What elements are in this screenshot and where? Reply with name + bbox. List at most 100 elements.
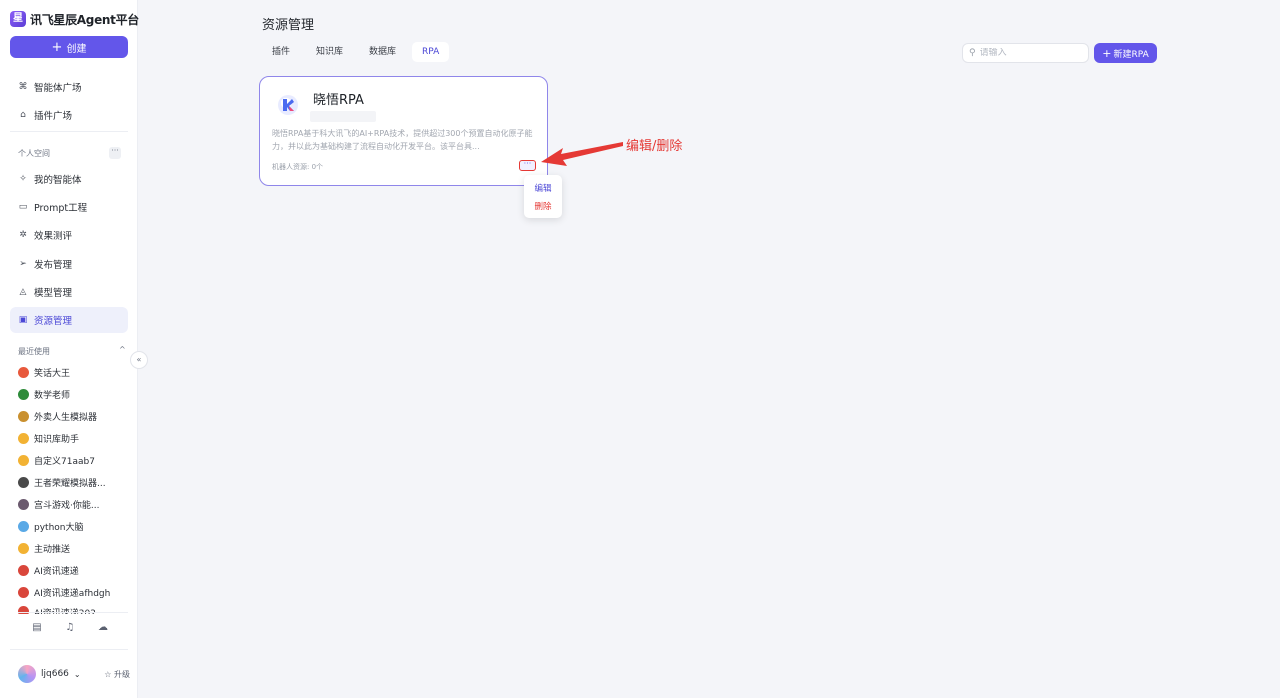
rpa-logo-icon xyxy=(278,95,298,115)
brand[interactable]: 星 讯飞星辰Agent平台 xyxy=(10,9,139,29)
document-icon[interactable]: ▤ xyxy=(30,622,44,633)
recent-item[interactable]: 外卖人生模拟器 xyxy=(18,408,128,424)
card-tagline xyxy=(310,111,376,122)
new-rpa-label: 新建RPA xyxy=(1113,49,1149,60)
tab-rpa[interactable]: RPA xyxy=(412,42,450,62)
tab-knowledge[interactable]: 知识库 xyxy=(306,42,353,62)
sidebar-item-label: 模型管理 xyxy=(34,288,73,299)
create-button-label: 创建 xyxy=(66,43,87,55)
bell-icon[interactable]: ♫ xyxy=(63,622,77,633)
plugin-icon: ⌂ xyxy=(20,110,26,120)
avatar xyxy=(18,388,29,400)
chevron-up-icon[interactable]: ^ xyxy=(119,345,126,354)
sidebar-item-plugin-square[interactable]: ⌂ 插件广场 xyxy=(10,102,128,128)
recent-item[interactable]: 自定义71aab7 xyxy=(18,452,128,468)
avatar xyxy=(18,432,29,444)
card-description: 晓悟RPA基于科大讯飞的AI+RPA技术，提供超过300个预置自动化原子能力，并… xyxy=(272,129,533,151)
sidebar-item-my-agents[interactable]: ✧ 我的智能体 xyxy=(10,166,128,192)
avatar xyxy=(18,564,29,576)
card-menu: 编辑 删除 xyxy=(524,175,562,218)
annotation-label: 编辑/删除 xyxy=(626,139,683,154)
sidebar: 星 讯飞星辰Agent平台 + 创建 ⌘ 智能体广场 ⌂ 插件广场 个人空间 ·… xyxy=(0,0,139,698)
resource-icon: ▣ xyxy=(18,315,28,325)
menu-delete[interactable]: 删除 xyxy=(524,198,562,216)
avatar xyxy=(18,366,29,378)
user-profile[interactable]: ljq666 ⌄ ☆ 升级 xyxy=(18,664,130,684)
recent-item-label: 宫斗游戏·你能... xyxy=(34,500,100,511)
sidebar-item-label: 我的智能体 xyxy=(34,175,82,186)
sidebar-item-label: 资源管理 xyxy=(34,316,73,327)
recent-item[interactable]: 笑话大王 xyxy=(18,364,128,380)
create-button[interactable]: + 创建 xyxy=(10,36,128,58)
search-box: ⚲ xyxy=(962,43,1089,63)
recent-item-label: 王者荣耀模拟器... xyxy=(34,478,106,489)
menu-edit[interactable]: 编辑 xyxy=(524,180,562,198)
plus-icon: + xyxy=(1102,46,1112,60)
recent-item-label: 自定义71aab7 xyxy=(34,456,95,467)
search-input[interactable] xyxy=(979,48,1080,58)
recent-item-label: AI资讯速递afhdgh xyxy=(34,588,111,599)
resource-tabs: 插件 知识库 数据库 RPA xyxy=(262,42,450,62)
prompt-icon: ▭ xyxy=(18,202,28,212)
collapse-sidebar-button[interactable]: « xyxy=(130,351,148,369)
chevron-down-icon: ⌄ xyxy=(73,669,81,679)
card-footer: 机器人资源: 0个 xyxy=(272,163,324,171)
recent-item-label: AI资讯速递 xyxy=(34,566,79,577)
sidebar-item-model[interactable]: ◬ 模型管理 xyxy=(10,279,128,305)
avatar xyxy=(18,454,29,466)
star-icon: ☆ xyxy=(104,669,112,679)
avatar xyxy=(18,476,29,488)
recent-item-label: 外卖人生模拟器 xyxy=(34,412,98,423)
recent-item[interactable]: AI资讯速递 xyxy=(18,562,128,578)
recent-item-label: 笑话大王 xyxy=(34,368,71,379)
recent-section-label: 最近使用 xyxy=(18,347,50,356)
model-icon: ◬ xyxy=(19,287,27,297)
upgrade-label: 升级 xyxy=(114,669,130,679)
recent-item[interactable]: 宫斗游戏·你能... xyxy=(18,496,128,512)
sidebar-item-label: 发布管理 xyxy=(34,260,73,271)
sidebar-item-publish[interactable]: ➢ 发布管理 xyxy=(10,251,128,277)
bottom-toolbar: ▤ ♫ ☁ xyxy=(30,622,110,633)
sidebar-divider xyxy=(10,131,128,132)
recent-item[interactable]: python大脑 xyxy=(18,518,128,534)
tab-plugin[interactable]: 插件 xyxy=(262,42,300,62)
card-title: 晓悟RPA xyxy=(313,93,364,108)
avatar xyxy=(18,542,29,554)
wechat-icon[interactable]: ☁ xyxy=(96,622,110,633)
sidebar-item-resource[interactable]: ▣ 资源管理 xyxy=(10,307,128,333)
brand-name: 讯飞星辰Agent平台 xyxy=(30,12,139,27)
search-icon: ⚲ xyxy=(969,48,976,58)
upgrade-button[interactable]: ☆ 升级 xyxy=(104,669,130,680)
tab-database[interactable]: 数据库 xyxy=(359,42,406,62)
avatar xyxy=(18,586,29,598)
brand-logo-icon: 星 xyxy=(10,11,26,27)
sidebar-item-evaluate[interactable]: ✲ 效果测评 xyxy=(10,222,128,248)
recent-item[interactable]: 数学老师 xyxy=(18,386,128,402)
recent-item-label: 数学老师 xyxy=(34,390,71,401)
avatar xyxy=(18,520,29,532)
recent-item-label: python大脑 xyxy=(34,522,84,533)
annotation-arrow-icon xyxy=(541,142,623,166)
recent-item[interactable]: 主动推送 xyxy=(18,540,128,556)
recent-item[interactable]: 知识库助手 xyxy=(18,430,128,446)
avatar xyxy=(18,665,36,683)
more-icon[interactable]: ··· xyxy=(109,147,121,159)
sidebar-divider xyxy=(10,649,128,650)
avatar xyxy=(18,410,29,422)
card-more-button[interactable]: ··· xyxy=(519,160,536,171)
user-name: ljq666 xyxy=(41,669,69,679)
new-rpa-button[interactable]: + 新建RPA xyxy=(1094,43,1157,63)
sidebar-item-label: 效果测评 xyxy=(34,231,73,242)
page-title: 资源管理 xyxy=(262,18,315,33)
sidebar-item-label: Prompt工程 xyxy=(34,203,88,214)
sidebar-item-label: 智能体广场 xyxy=(34,83,82,94)
rpa-card[interactable]: 晓悟RPA 晓悟RPA基于科大讯飞的AI+RPA技术，提供超过300个预置自动化… xyxy=(259,76,548,186)
recent-item[interactable]: AI资讯速递afhdgh xyxy=(18,584,128,600)
personal-section-label: 个人空间 xyxy=(18,149,50,158)
sidebar-item-label: 插件广场 xyxy=(34,111,73,122)
avatar xyxy=(18,498,29,510)
sidebar-item-agent-square[interactable]: ⌘ 智能体广场 xyxy=(10,74,128,100)
sidebar-item-prompt[interactable]: ▭ Prompt工程 xyxy=(10,194,128,220)
evaluate-icon: ✲ xyxy=(19,230,27,240)
recent-item[interactable]: 王者荣耀模拟器... xyxy=(18,474,128,490)
